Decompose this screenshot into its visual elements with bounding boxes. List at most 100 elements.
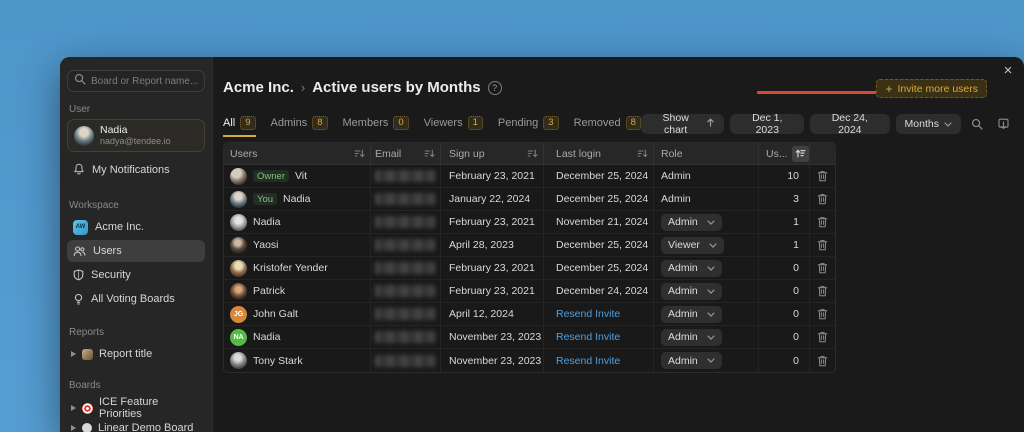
- users-count-cell: 0: [759, 280, 810, 302]
- date-to-field[interactable]: Dec 24, 2024: [810, 114, 889, 134]
- role-dropdown[interactable]: Admin: [661, 329, 722, 346]
- column-header-users[interactable]: Users: [224, 143, 371, 164]
- shield-icon: [73, 269, 84, 281]
- delete-user-button[interactable]: [817, 262, 828, 274]
- users-count: 1: [793, 216, 799, 228]
- column-header-label: Users: [230, 148, 257, 160]
- redacted-email: [375, 193, 435, 205]
- tab-viewers[interactable]: Viewers1: [424, 116, 483, 137]
- interval-dropdown[interactable]: Months: [896, 114, 961, 134]
- role-dropdown[interactable]: Admin: [661, 214, 722, 231]
- tab-admins[interactable]: Admins8: [271, 116, 328, 137]
- signup-cell: April 28, 2023: [441, 234, 544, 256]
- export-csv-button[interactable]: [993, 116, 1014, 133]
- delete-user-button[interactable]: [817, 216, 828, 228]
- sidebar-item-acme-inc[interactable]: AWAcme Inc.: [67, 216, 205, 238]
- resend-invite-link[interactable]: Resend Invite: [556, 331, 620, 343]
- tab-all[interactable]: All9: [223, 116, 256, 137]
- date-from-field[interactable]: Dec 1, 2023: [730, 114, 804, 134]
- last-login-date: December 25, 2024: [556, 239, 648, 251]
- delete-user-button[interactable]: [817, 285, 828, 297]
- user-name: Kristofer Yender: [253, 262, 328, 274]
- signup-date: February 23, 2021: [449, 262, 535, 274]
- column-header-sign-up[interactable]: Sign up: [441, 143, 544, 164]
- boards-section-label: Boards: [69, 380, 203, 392]
- report-item-report-title[interactable]: Report title: [67, 344, 205, 364]
- avatar: [230, 237, 247, 254]
- role-cell: Admin: [654, 303, 759, 325]
- sort-icon[interactable]: [527, 148, 538, 159]
- role-value: Admin: [668, 355, 698, 367]
- users-count: 3: [793, 193, 799, 205]
- signup-cell: November 23, 2023: [441, 326, 544, 348]
- actions-cell: [810, 280, 835, 302]
- tab-pending[interactable]: Pending3: [498, 116, 559, 137]
- help-icon[interactable]: ?: [488, 81, 502, 95]
- expand-triangle-icon[interactable]: [71, 425, 76, 431]
- tab-members[interactable]: Members0: [343, 116, 409, 137]
- chevron-down-icon: [707, 289, 715, 294]
- sidebar-item-users[interactable]: Users: [67, 240, 205, 262]
- sidebar-item-notifications[interactable]: My Notifications: [67, 159, 205, 181]
- sidebar: User Nadia nadya@tendee.io My Notificati…: [60, 57, 213, 432]
- date-from-value: Dec 1, 2023: [739, 112, 795, 136]
- user-name: John Galt: [253, 308, 298, 320]
- resend-invite-link[interactable]: Resend Invite: [556, 355, 620, 367]
- tab-removed[interactable]: Removed8: [574, 116, 641, 137]
- role-dropdown[interactable]: Admin: [661, 283, 722, 300]
- column-header-last-login[interactable]: Last login: [544, 143, 654, 164]
- sort-icon[interactable]: [637, 148, 648, 159]
- role-dropdown[interactable]: Admin: [661, 352, 722, 369]
- expand-triangle-icon[interactable]: [71, 351, 76, 357]
- user-cell: NANadia: [224, 326, 371, 348]
- table-row: PatrickFebruary 23, 2021December 24, 202…: [224, 280, 835, 303]
- sidebar-item-security[interactable]: Security: [67, 264, 205, 286]
- show-chart-button[interactable]: Show chart: [641, 114, 724, 134]
- delete-user-button[interactable]: [817, 170, 828, 182]
- signup-cell: February 23, 2021: [441, 257, 544, 279]
- role-value: Admin: [668, 262, 698, 274]
- breadcrumb-workspace[interactable]: Acme Inc.: [223, 79, 294, 96]
- sort-icon[interactable]: [354, 148, 365, 159]
- role-dropdown[interactable]: Viewer: [661, 237, 724, 254]
- last-login-cell: December 25, 2024: [544, 188, 654, 210]
- board-item-ice-feature-priorities[interactable]: ICE Feature Priorities: [67, 398, 205, 418]
- tab-count-badge: 1: [468, 116, 483, 130]
- delete-user-button[interactable]: [817, 239, 828, 251]
- user-name: Nadia: [253, 216, 280, 228]
- redacted-email: [375, 262, 435, 274]
- role-dropdown[interactable]: Admin: [661, 260, 722, 277]
- users-count-cell: 3: [759, 188, 810, 210]
- chevron-down-icon: [707, 220, 715, 225]
- column-header-us[interactable]: Us...: [759, 143, 810, 164]
- table-row: YaosiApril 28, 2023December 25, 2024View…: [224, 234, 835, 257]
- invite-more-users-button[interactable]: + Invite more users: [876, 79, 987, 98]
- user-cell: YouNadia: [224, 188, 371, 210]
- close-icon[interactable]: ×: [1000, 63, 1016, 79]
- resend-invite-link[interactable]: Resend Invite: [556, 308, 620, 320]
- sort-icon[interactable]: [424, 148, 435, 159]
- notifications-label: My Notifications: [92, 164, 170, 176]
- board-item-linear-demo-board[interactable]: Linear Demo Board: [67, 418, 205, 432]
- delete-user-button[interactable]: [817, 308, 828, 320]
- expand-triangle-icon[interactable]: [71, 405, 76, 411]
- column-header-email[interactable]: Email: [371, 143, 441, 164]
- user-cell: OwnerVit: [224, 165, 371, 187]
- delete-user-button[interactable]: [817, 355, 828, 367]
- delete-user-button[interactable]: [817, 331, 828, 343]
- role-cell: Admin: [654, 349, 759, 372]
- role-dropdown[interactable]: Admin: [661, 306, 722, 323]
- sidebar-item-all-voting-boards[interactable]: All Voting Boards: [67, 288, 205, 310]
- user-name: Tony Stark: [253, 355, 303, 367]
- users-count: 0: [793, 331, 799, 343]
- tab-count-badge: 9: [240, 116, 255, 130]
- table-search-button[interactable]: [967, 116, 987, 132]
- delete-user-button[interactable]: [817, 193, 828, 205]
- plus-icon: +: [885, 83, 892, 95]
- column-header-label: Email: [375, 148, 401, 160]
- user-card[interactable]: Nadia nadya@tendee.io: [67, 119, 205, 152]
- search-input[interactable]: [91, 76, 201, 87]
- redacted-email: [375, 239, 435, 251]
- sort-active-icon[interactable]: [792, 146, 809, 162]
- sidebar-search[interactable]: [67, 70, 205, 92]
